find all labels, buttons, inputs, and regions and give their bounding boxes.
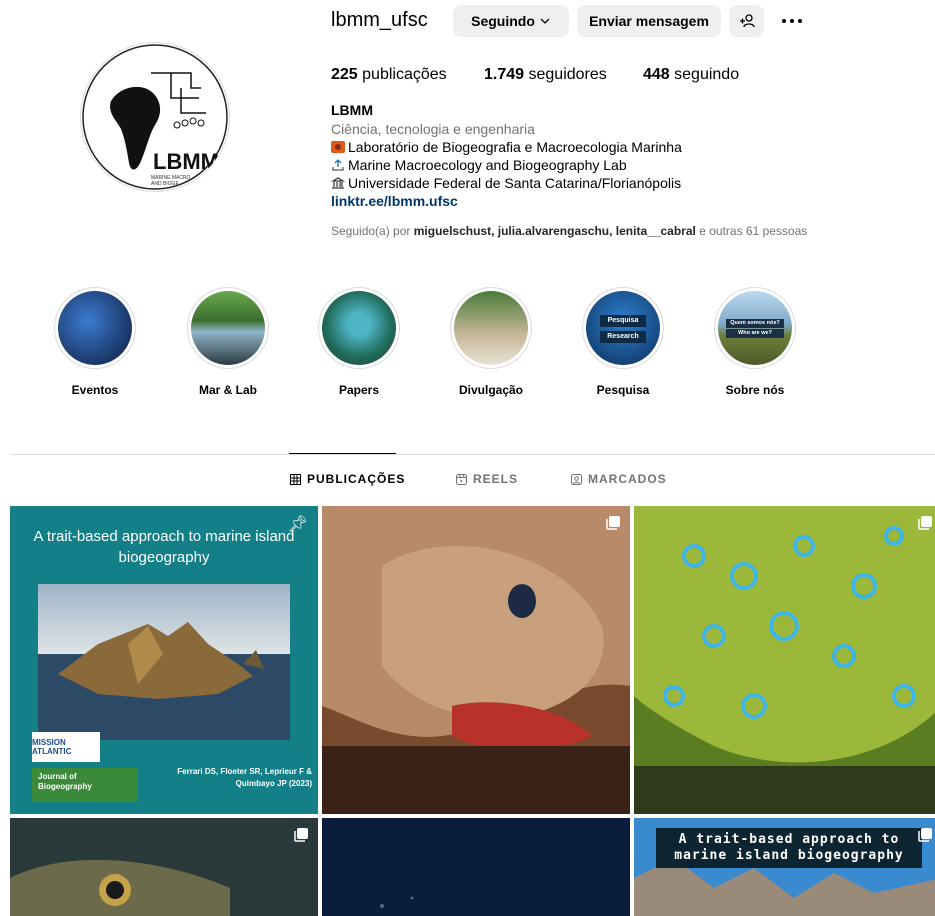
- stingray-photo: [634, 506, 935, 814]
- reels-icon: [456, 473, 467, 485]
- bio-line-lab-pt: Laboratório de Biogeografia e Macroecolo…: [331, 139, 682, 155]
- highlight-label: Mar & Lab: [198, 383, 257, 397]
- following-count[interactable]: 448 seguindo: [643, 66, 739, 84]
- tab-reels[interactable]: REELS: [456, 472, 518, 486]
- tagged-icon: [571, 473, 582, 485]
- mission-atlantic-logo: MISSION ATLANTIC: [32, 732, 100, 762]
- scorpionfish-photo: [322, 506, 630, 814]
- tab-tagged[interactable]: MARCADOS: [571, 472, 667, 486]
- highlight-label: Eventos: [71, 383, 119, 397]
- carousel-icon: [918, 516, 932, 530]
- profile-username: lbmm_ufsc: [331, 9, 428, 31]
- active-tab-indicator: [289, 453, 396, 454]
- upload-arrow-icon: [332, 159, 344, 171]
- highlight-inner-text: Pesquisa: [600, 315, 646, 327]
- highlight-inner-text: Quem somos nós?: [726, 319, 784, 328]
- highlight-inner-text: Research: [600, 331, 646, 343]
- send-message-label: Enviar mensagem: [589, 13, 709, 29]
- highlight-cover: [191, 291, 265, 365]
- lbmm-logo: LBMM MARINE MACRO AND BIOGE: [82, 44, 228, 190]
- post-tile[interactable]: A trait-based approach to marine island …: [10, 506, 318, 814]
- fish-eye-photo: [10, 818, 318, 916]
- bio-name: LBMM: [331, 102, 373, 118]
- post-authors-text: Ferrari DS, Floeter SR, Leprieur F & Qui…: [177, 767, 312, 788]
- carousel-icon: [606, 516, 620, 530]
- highlight-cover: [322, 291, 396, 365]
- chevron-down-icon: [540, 18, 550, 24]
- following-label: Seguindo: [471, 13, 535, 29]
- profile-avatar[interactable]: LBMM MARINE MACRO AND BIOGE: [80, 42, 230, 192]
- island-photo: [38, 584, 290, 740]
- bio-line-university: Universidade Federal de Santa Catarina/F…: [331, 175, 681, 191]
- highlight-mar-lab[interactable]: Mar & Lab: [183, 287, 273, 397]
- send-message-button[interactable]: Enviar mensagem: [577, 5, 721, 37]
- journal-logo: Journal of Biogeography: [32, 768, 138, 802]
- post-title-text: A trait-based approach to marine island …: [33, 528, 295, 566]
- post-tile[interactable]: [322, 818, 630, 916]
- followers-count[interactable]: 1.749 seguidores: [484, 66, 607, 84]
- highlight-cover: [454, 291, 528, 365]
- post-caption-banner: A trait-based approach to marine island …: [656, 828, 922, 868]
- carousel-icon: [918, 828, 932, 842]
- highlight-cover: Pesquisa Research: [586, 291, 660, 365]
- more-options-icon[interactable]: [778, 8, 806, 34]
- pinned-icon: 📌︎: [287, 516, 308, 533]
- deep-water-photo: [322, 818, 630, 916]
- logo-text: LBMM: [153, 149, 219, 174]
- highlight-label: Sobre nós: [725, 383, 785, 397]
- following-button[interactable]: Seguindo: [453, 5, 569, 37]
- grid-icon: [290, 473, 301, 485]
- suggest-users-button[interactable]: [729, 5, 764, 37]
- tab-posts[interactable]: PUBLICAÇÕES: [290, 472, 405, 486]
- highlight-inner-text: Who are we?: [726, 329, 784, 338]
- highlight-label: Divulgação: [458, 383, 524, 397]
- posts-count: 225 publicações: [331, 66, 447, 83]
- highlight-cover: [58, 291, 132, 365]
- followed-by[interactable]: Seguido(a) por miguelschust, julia.alvar…: [331, 224, 807, 238]
- highlight-divulgacao[interactable]: Divulgação: [446, 287, 536, 397]
- highlight-eventos[interactable]: Eventos: [50, 287, 140, 397]
- highlight-label: Papers: [338, 383, 380, 397]
- tabs-divider: [10, 454, 935, 455]
- bio-link[interactable]: linktr.ee/lbmm.ufsc: [331, 193, 458, 209]
- highlight-pesquisa[interactable]: Pesquisa Research Pesquisa: [578, 287, 668, 397]
- add-person-icon: [739, 14, 755, 28]
- post-tile[interactable]: [322, 506, 630, 814]
- highlight-sobre-nos[interactable]: Quem somos nós? Who are we? Sobre nós: [710, 287, 800, 397]
- bio-category: Ciência, tecnologia e engenharia: [331, 121, 535, 137]
- bio-line-lab-en: Marine Macroecology and Biogeography Lab: [331, 157, 627, 173]
- post-tile[interactable]: A trait-based approach to marine island …: [634, 818, 935, 916]
- brazil-flag-icon: [331, 141, 345, 153]
- building-icon: [331, 177, 345, 189]
- logo-subtext-2: AND BIOGE: [151, 181, 179, 187]
- highlight-label: Pesquisa: [596, 383, 650, 397]
- post-tile[interactable]: [10, 818, 318, 916]
- highlight-papers[interactable]: Papers: [314, 287, 404, 397]
- highlight-cover: Quem somos nós? Who are we?: [718, 291, 792, 365]
- carousel-icon: [294, 828, 308, 842]
- post-tile[interactable]: [634, 506, 935, 814]
